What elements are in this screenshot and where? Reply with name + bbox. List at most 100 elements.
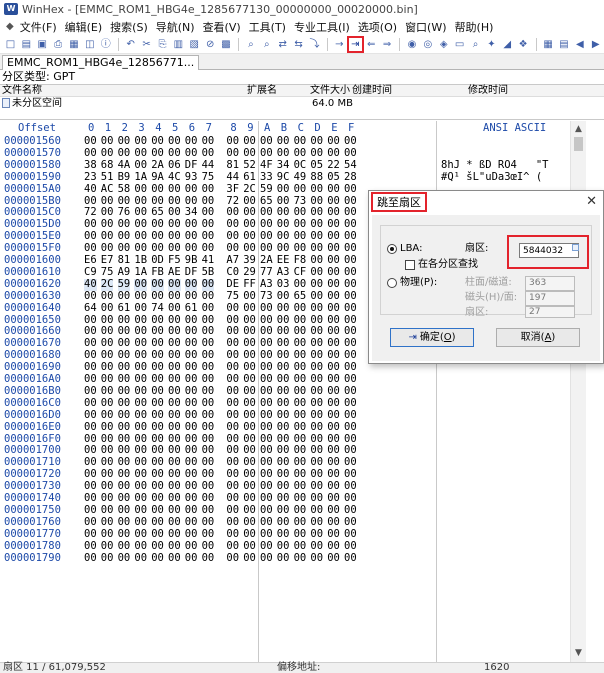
hex-byte[interactable]: 00 [185, 385, 198, 398]
hex-byte[interactable]: 00 [84, 290, 97, 303]
hex-byte[interactable]: 00 [243, 409, 256, 422]
hex-byte[interactable]: 00 [344, 147, 357, 160]
hex-byte[interactable]: 00 [151, 421, 164, 434]
hex-row[interactable]: 000001750 00 00 00 00 00 00 00 00 00 00 00 00 00 00 00 0… [0, 504, 570, 517]
hex-byte[interactable]: 00 [84, 516, 97, 529]
hex-byte[interactable]: 28 [344, 171, 357, 184]
hex-byte[interactable]: 00 [277, 385, 290, 398]
hex-byte[interactable]: AC [101, 183, 114, 196]
hex-byte[interactable]: 00 [294, 147, 307, 160]
hex-byte[interactable]: 00 [202, 540, 215, 553]
hex-byte[interactable]: 00 [84, 397, 97, 410]
hex-byte[interactable]: 00 [185, 528, 198, 541]
paste-icon[interactable]: ▥ [171, 37, 186, 52]
hex-byte[interactable]: 00 [277, 528, 290, 541]
hex-byte[interactable]: 00 [277, 147, 290, 160]
hex-byte[interactable]: 00 [344, 552, 357, 565]
menu-help[interactable]: 帮助(H) [451, 19, 498, 35]
hex-row[interactable]: 000001770 00 00 00 00 00 00 00 00 00 00 00 00 00 00 00 0… [0, 528, 570, 541]
hex-byte[interactable]: 00 [344, 409, 357, 422]
hex-byte[interactable]: 00 [118, 421, 131, 434]
hex-byte[interactable]: 00 [151, 397, 164, 410]
hex-byte[interactable]: 00 [226, 528, 239, 541]
open-ram-icon[interactable]: ◎ [420, 37, 435, 52]
hex-byte[interactable]: 00 [327, 409, 340, 422]
hex-byte[interactable]: 1A [134, 171, 147, 184]
hex-byte[interactable]: 00 [134, 183, 147, 196]
hex-byte[interactable]: 00 [151, 183, 164, 196]
hex-row[interactable]: 000001570 00 00 00 00 00 00 00 00 00 00 00 00 00 00 00 0… [0, 147, 570, 160]
hex-byte[interactable]: DF [185, 266, 198, 279]
hex-byte[interactable]: 81 [226, 159, 239, 172]
hex-byte[interactable]: 00 [202, 290, 215, 303]
hex-byte[interactable]: 00 [151, 278, 164, 291]
menu-file[interactable]: 文件(F) [16, 19, 61, 35]
hex-byte[interactable]: 00 [118, 540, 131, 553]
hex-row[interactable]: 0000016E0 00 00 00 00 00 00 00 00 00 00 00 00 00 00 00 0… [0, 421, 570, 434]
hex-byte[interactable]: A9 [118, 266, 131, 279]
hex-byte[interactable]: 00 [260, 397, 273, 410]
replace-hex-icon[interactable]: ⇆ [291, 37, 306, 52]
hex-byte[interactable]: 00 [243, 540, 256, 553]
menu-edit[interactable]: 编辑(E) [61, 19, 107, 35]
column-header-created[interactable]: 创建时间 [352, 85, 392, 97]
hex-byte[interactable]: 00 [260, 528, 273, 541]
properties-icon[interactable]: ▦ [67, 37, 82, 52]
hex-byte[interactable]: 00 [101, 516, 114, 529]
hex-byte[interactable]: 00 [118, 385, 131, 398]
hex-byte[interactable]: 00 [344, 528, 357, 541]
column-header-name[interactable]: 文件名称 [2, 85, 42, 97]
hex-byte[interactable]: 65 [294, 290, 307, 303]
hex-byte[interactable]: 00 [202, 302, 215, 315]
gallery-icon[interactable]: ❖ [516, 37, 531, 52]
hex-byte[interactable]: 00 [226, 504, 239, 517]
hex-byte[interactable]: 00 [118, 516, 131, 529]
hex-byte[interactable]: 00 [294, 302, 307, 315]
hex-byte[interactable]: 4C [168, 171, 181, 184]
physical-sector-field[interactable]: 27 [525, 306, 575, 318]
hex-byte[interactable]: 00 [101, 385, 114, 398]
find-text-icon[interactable]: ⌕ [243, 37, 258, 52]
hex-byte[interactable]: 33 [260, 171, 273, 184]
hex-byte[interactable]: 00 [185, 409, 198, 422]
save-icon[interactable]: ▣ [35, 37, 50, 52]
hex-byte[interactable]: A3 [277, 266, 290, 279]
hex-byte[interactable]: 68 [101, 159, 114, 172]
hex-byte[interactable]: 00 [260, 504, 273, 517]
hex-byte[interactable]: 00 [185, 516, 198, 529]
hex-byte[interactable]: B9 [118, 171, 131, 184]
hex-byte[interactable]: 73 [260, 290, 273, 303]
hex-byte[interactable]: 00 [344, 516, 357, 529]
hex-byte[interactable]: 58 [118, 183, 131, 196]
column-header-size[interactable]: 文件大小 [310, 85, 350, 97]
hex-byte[interactable]: 00 [134, 516, 147, 529]
hex-byte[interactable]: 00 [185, 540, 198, 553]
hex-byte[interactable]: 00 [344, 266, 357, 279]
write-zero-icon[interactable]: ⊘ [203, 37, 218, 52]
close-icon[interactable]: ✕ [586, 194, 597, 209]
fill-icon[interactable]: ▩ [219, 37, 234, 52]
hex-byte[interactable]: 00 [243, 528, 256, 541]
menu-specialist-tools[interactable]: 专业工具(I) [290, 19, 354, 35]
replace-text-icon[interactable]: ⇄ [275, 37, 290, 52]
hex-byte[interactable]: 00 [344, 397, 357, 410]
hex-byte[interactable]: 44 [202, 159, 215, 172]
hex-byte[interactable]: 00 [101, 528, 114, 541]
explore-icon[interactable]: ⌕ [468, 37, 483, 52]
cancel-button[interactable]: 取消(A) [496, 328, 580, 347]
hex-byte[interactable]: 00 [243, 516, 256, 529]
menu-tools[interactable]: 工具(T) [245, 19, 290, 35]
hash-icon[interactable]: ▤ [557, 37, 572, 52]
hex-byte[interactable]: 00 [134, 302, 147, 315]
lba-radio[interactable] [387, 244, 397, 254]
hex-byte[interactable]: 00 [101, 409, 114, 422]
hex-byte[interactable]: 00 [226, 516, 239, 529]
hex-byte[interactable]: 00 [134, 528, 147, 541]
hex-byte[interactable]: 00 [344, 278, 357, 291]
hex-byte[interactable]: 00 [101, 397, 114, 410]
hex-byte[interactable]: 00 [327, 397, 340, 410]
hex-byte[interactable]: 00 [243, 385, 256, 398]
hex-byte[interactable]: 00 [168, 302, 181, 315]
hex-byte[interactable]: 00 [294, 278, 307, 291]
hex-byte[interactable]: 00 [151, 409, 164, 422]
